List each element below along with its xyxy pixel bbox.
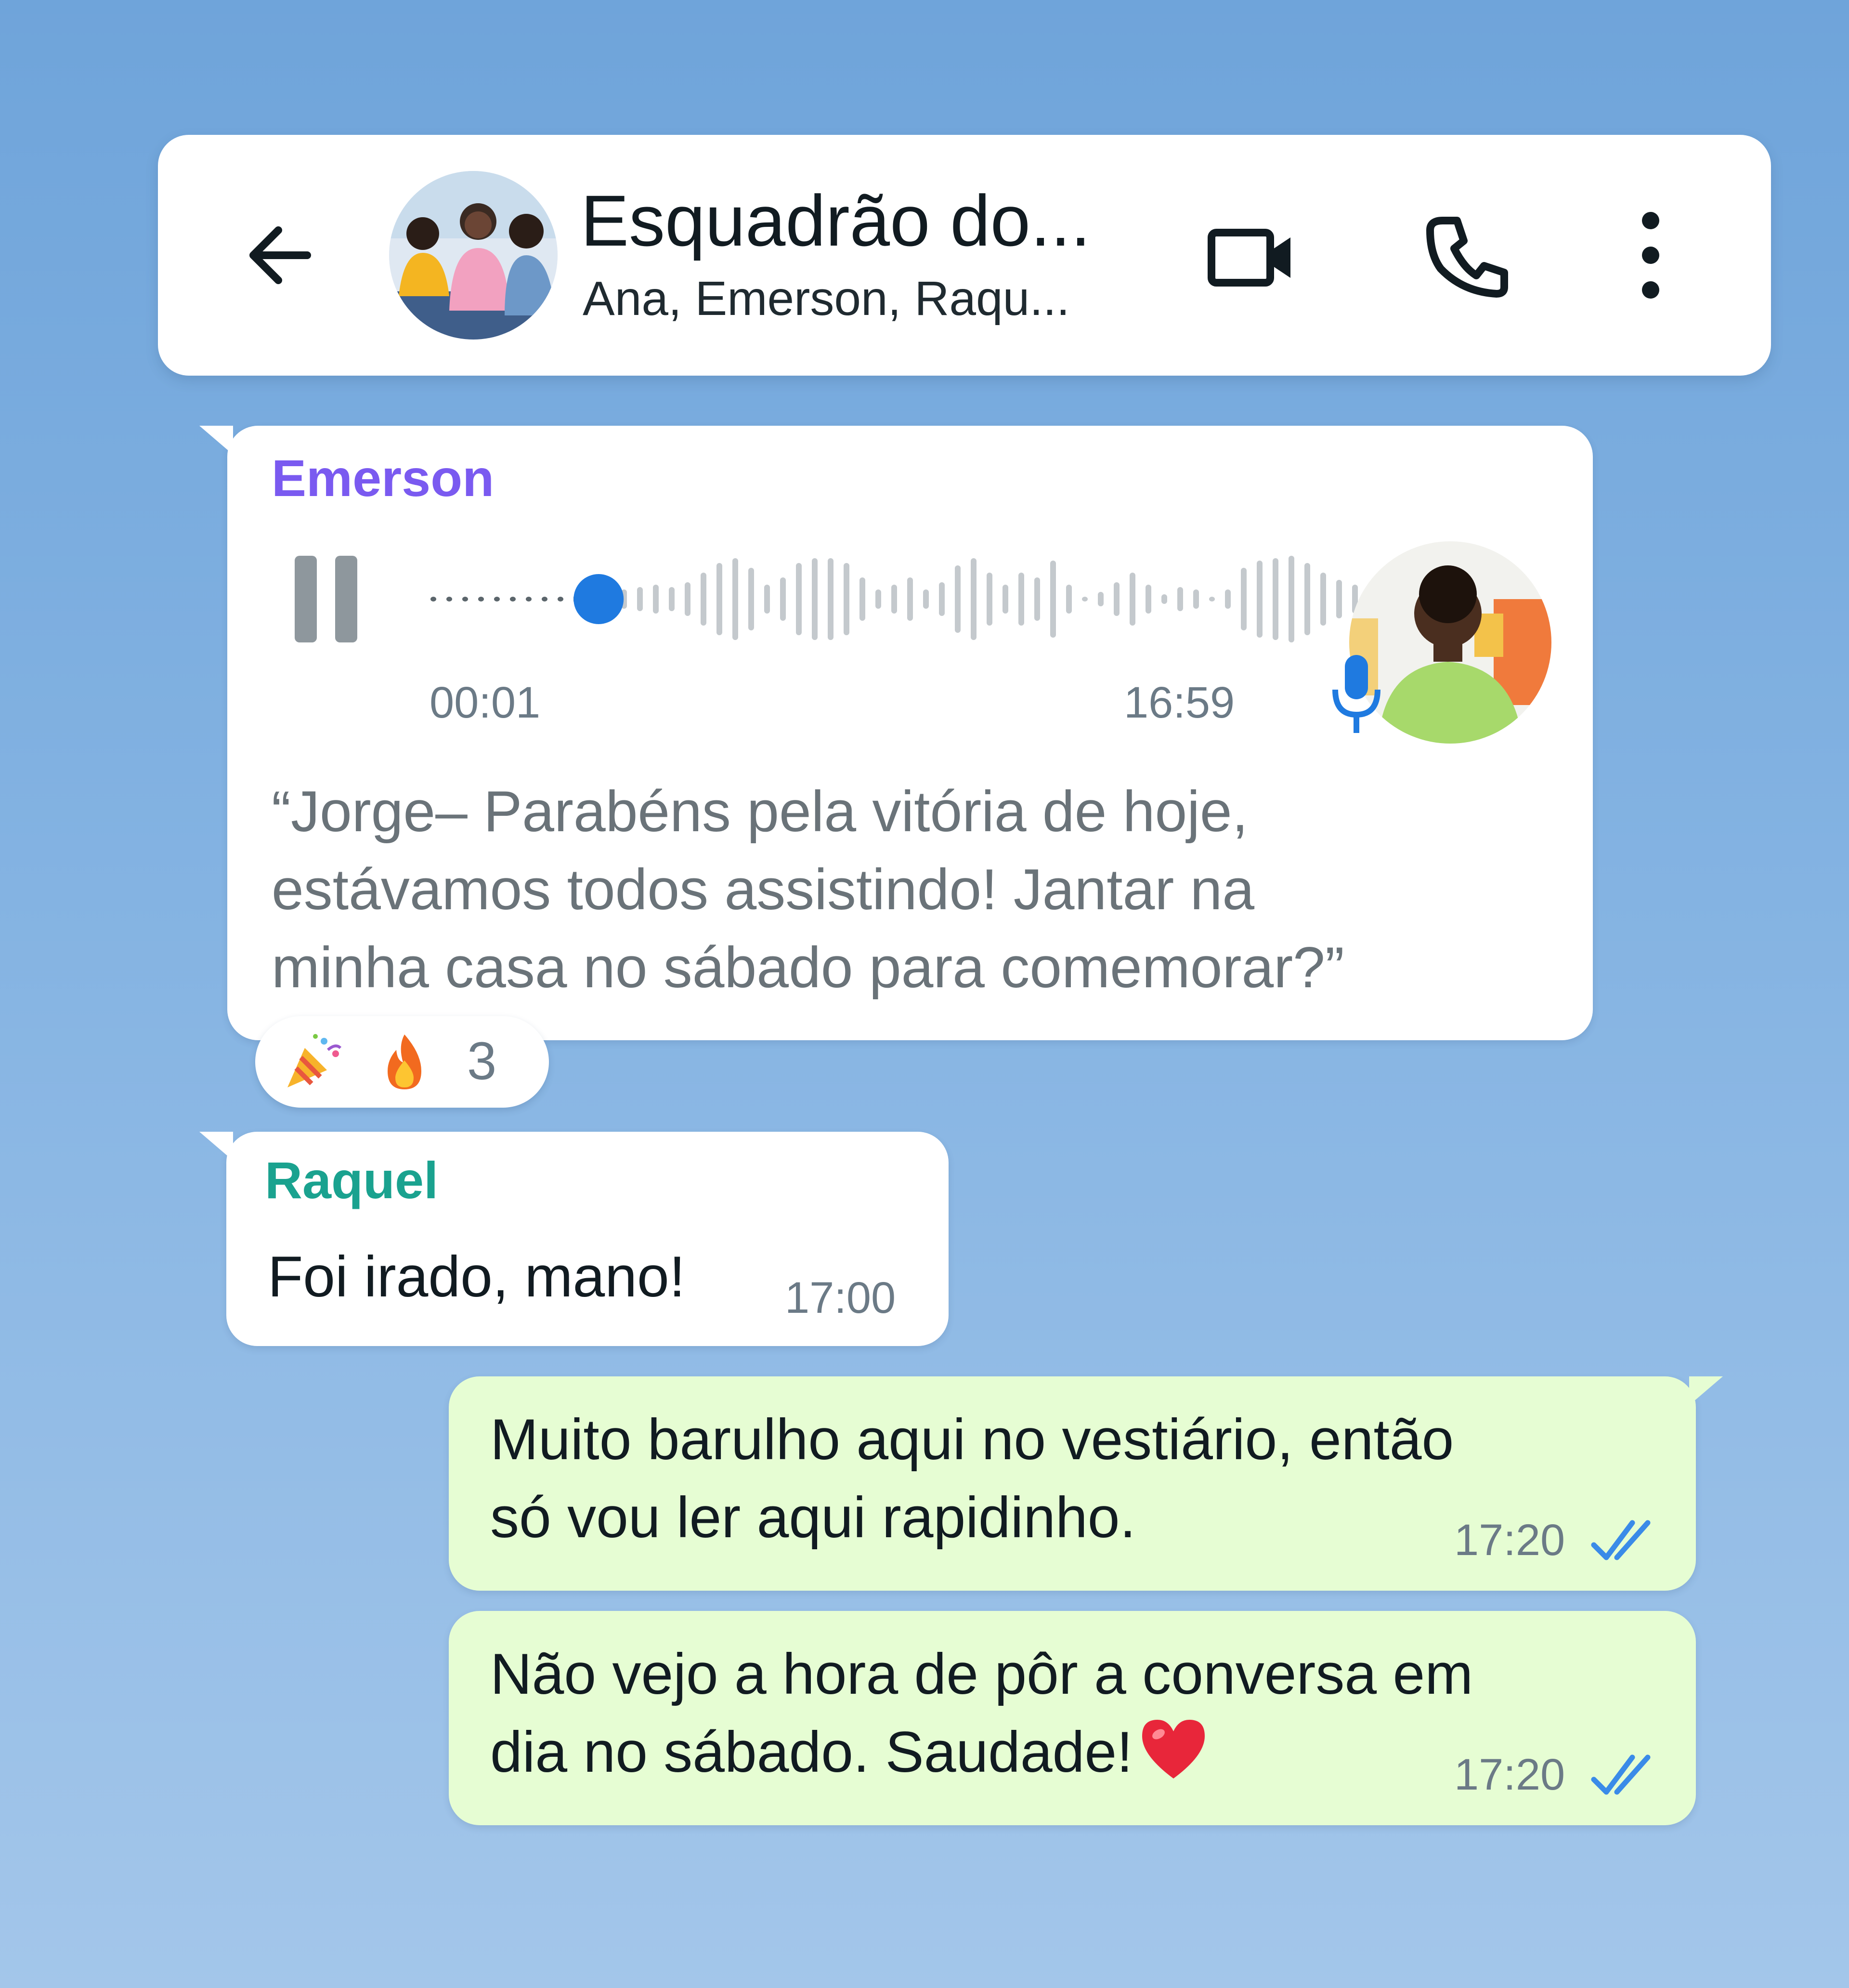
chat-title[interactable]: Esquadrão do... — [581, 177, 1091, 264]
double-check-icon — [1591, 1754, 1651, 1795]
red-heart-icon — [1142, 1720, 1205, 1779]
waveform-bar — [1066, 585, 1072, 614]
waveform-bar — [1050, 561, 1056, 638]
waveform-bar — [859, 577, 865, 621]
waveform-bar — [971, 558, 977, 640]
waveform-bar — [1273, 558, 1278, 640]
waveform-bar — [796, 563, 802, 635]
chat-participants[interactable]: Ana, Emerson, Raqu... — [583, 270, 1070, 327]
waveform-bar — [1130, 573, 1135, 626]
waveform-bar — [1304, 563, 1310, 635]
waveform-bar — [732, 558, 738, 640]
waveform-bar — [1098, 592, 1104, 606]
waveform-bar — [1003, 585, 1008, 614]
waveform-bar — [1018, 573, 1024, 626]
waveform-bar — [1146, 585, 1151, 614]
waveform-bar — [955, 565, 961, 633]
waveform-bar — [891, 585, 897, 614]
waveform-bar — [875, 589, 881, 609]
waveform-bar — [462, 597, 468, 602]
waveform-bar — [430, 597, 436, 602]
waveform-bar — [510, 597, 516, 602]
waveform-bar — [828, 558, 833, 640]
pause-icon[interactable] — [295, 556, 357, 642]
waveform-bar — [653, 585, 659, 614]
message-bubble-incoming[interactable]: Raquel Foi irado, mano! 17:00 — [199, 1132, 949, 1346]
waveform-bar — [1082, 597, 1088, 602]
reactions-pill[interactable]: 3 — [255, 1016, 549, 1108]
waveform-bar — [923, 589, 929, 609]
message-time: 17:20 — [1454, 1750, 1565, 1799]
message-time: 17:00 — [785, 1273, 896, 1322]
waveform-bar — [526, 597, 532, 602]
phone-icon[interactable] — [1419, 207, 1516, 303]
waveform-bar — [1225, 589, 1231, 609]
waveform-bar — [764, 585, 770, 614]
group-avatar[interactable] — [389, 171, 558, 340]
waveform-bar — [1177, 587, 1183, 611]
waveform-bar — [1289, 556, 1294, 642]
more-vertical-icon[interactable] — [1622, 202, 1680, 308]
waveform-bar — [701, 573, 706, 626]
chat-header: Esquadrão do... Ana, Emerson, Raqu... — [158, 135, 1771, 376]
waveform-bar — [637, 587, 643, 611]
waveform-bar — [478, 597, 484, 602]
waveform-bar — [716, 563, 722, 635]
message-time: 17:20 — [1454, 1516, 1565, 1565]
waveform-bar — [494, 597, 500, 602]
waveform-bar — [1114, 582, 1120, 616]
waveform-bar — [446, 597, 452, 602]
played-time: 00:01 — [430, 678, 541, 727]
video-camera-icon[interactable] — [1203, 209, 1299, 306]
waveform-bar — [812, 558, 818, 640]
waveform-bar — [558, 597, 563, 602]
sent-time: 16:59 — [1124, 678, 1235, 727]
double-check-icon — [1591, 1520, 1651, 1560]
waveform-bar — [907, 577, 913, 621]
bubble-tail — [199, 1132, 233, 1161]
waveform-bar — [1320, 573, 1326, 626]
playback-position-knob[interactable] — [573, 574, 624, 624]
microphone-icon — [1332, 655, 1380, 733]
voice-message-bubble[interactable]: Emerson 00:01 16:59 “Jorge– Parabéns pel… — [199, 426, 1593, 1040]
back-arrow-icon[interactable] — [240, 217, 317, 294]
bubble-tail — [1689, 1376, 1723, 1405]
audio-waveform[interactable] — [430, 541, 1489, 657]
waveform-bar — [1161, 594, 1167, 604]
reaction-count: 3 — [467, 1032, 497, 1091]
waveform-bar — [1034, 577, 1040, 621]
message-bubble-outgoing[interactable]: Não vejo a hora de pôr a conversa em dia… — [449, 1611, 1696, 1825]
waveform-bar — [542, 597, 547, 602]
waveform-bar — [1241, 568, 1247, 630]
bubble-tail — [199, 426, 233, 455]
sender-name[interactable]: Raquel — [265, 1149, 438, 1212]
waveform-bar — [669, 587, 675, 611]
voice-transcript: “Jorge– Parabéns pela vitória de hoje, e… — [272, 779, 1344, 1000]
message-text-content: Não vejo a hora de pôr a conversa em dia… — [490, 1642, 1473, 1784]
sender-name[interactable]: Emerson — [272, 447, 494, 510]
message-bubble-outgoing[interactable]: Muito barulho aqui no vestiário, então s… — [449, 1376, 1723, 1591]
waveform-bar — [987, 573, 992, 626]
waveform-bar — [1257, 561, 1263, 638]
waveform-bar — [1209, 597, 1215, 602]
waveform-bar — [1193, 589, 1199, 609]
waveform-bar — [844, 563, 849, 635]
waveform-bar — [780, 577, 786, 621]
party-popper-icon — [287, 1034, 342, 1087]
waveform-bar — [939, 582, 945, 616]
waveform-bar — [1336, 580, 1342, 618]
fire-icon — [388, 1034, 421, 1089]
waveform-bar — [685, 582, 690, 616]
message-text: Foi irado, mano! — [268, 1244, 686, 1309]
waveform-bar — [748, 568, 754, 630]
